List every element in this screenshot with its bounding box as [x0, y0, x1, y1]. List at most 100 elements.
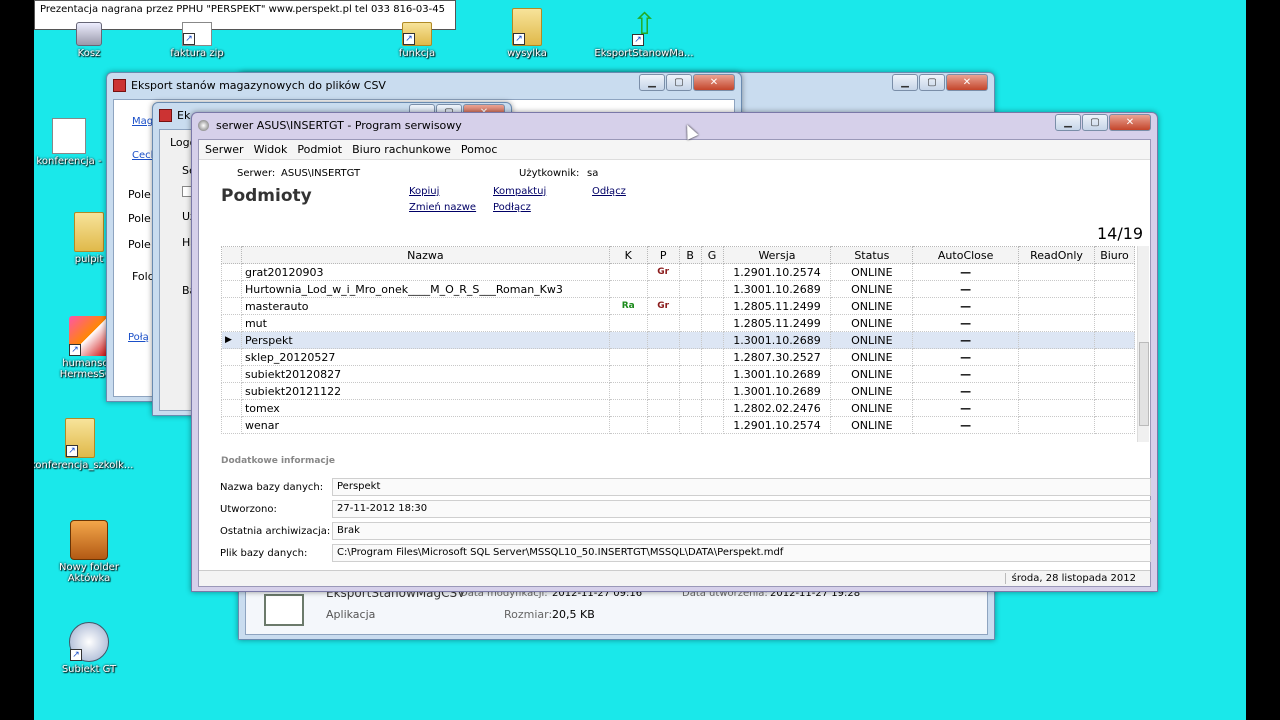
- desktop-icon-konferencja-szkolk[interactable]: ↗ konferencja_szkolk...: [34, 418, 133, 471]
- table-row[interactable]: subiekt20121122 1.3001.10.2689 ONLINE —: [221, 382, 1136, 400]
- cell-k: [608, 399, 648, 417]
- desktop-icon-faktura[interactable]: ↗ faktura zip: [152, 22, 242, 59]
- compact-link[interactable]: Kompaktuj: [493, 186, 546, 197]
- cell-status: ONLINE: [830, 314, 914, 332]
- cell-g: [700, 399, 724, 417]
- cell-biuro: [1093, 297, 1136, 315]
- title-bar[interactable]: serwer ASUS\INSERTGT - Program serwisowy: [192, 113, 1157, 139]
- table-row[interactable]: wenar 1.2901.10.2574 ONLINE —: [221, 416, 1136, 434]
- col-p[interactable]: P: [646, 246, 680, 264]
- icon-label: pulpit: [74, 254, 104, 265]
- status-bar: środa, 28 listopada 2012: [199, 570, 1150, 586]
- cell-ro: [1018, 331, 1095, 349]
- cell-ac: —: [912, 263, 1020, 281]
- col-nazwa[interactable]: Nazwa: [240, 246, 610, 264]
- table-row[interactable]: masterauto Ra Gr 1.2805.11.2499 ONLINE —: [221, 297, 1136, 315]
- app-icon: ↗: [69, 316, 109, 356]
- close-icon[interactable]: ✕: [946, 74, 988, 91]
- cell-biuro: [1093, 331, 1136, 349]
- cell-b: [678, 297, 702, 315]
- col-readonly[interactable]: ReadOnly: [1018, 246, 1095, 264]
- table-row[interactable]: mut 1.2805.11.2499 ONLINE —: [221, 314, 1136, 332]
- detach-link[interactable]: Odłącz: [592, 186, 626, 197]
- connect-link[interactable]: Połą: [128, 332, 149, 343]
- close-icon[interactable]: ✕: [1109, 114, 1151, 131]
- user-value: sa: [587, 168, 599, 179]
- row-indicator-header: [221, 246, 242, 264]
- mag-link[interactable]: Mag: [132, 116, 153, 127]
- server-value: ASUS\INSERTGT: [281, 168, 361, 179]
- table-row[interactable]: grat20120903 Gr 1.2901.10.2574 ONLINE —: [221, 263, 1136, 281]
- menu-pomoc[interactable]: Pomoc: [461, 143, 497, 156]
- cell-ver: 1.2901.10.2574: [722, 263, 832, 281]
- cell-status: ONLINE: [830, 365, 914, 383]
- archive-field[interactable]: Brak: [332, 522, 1151, 540]
- menu-podmiot[interactable]: Podmiot: [297, 143, 342, 156]
- menu-widok[interactable]: Widok: [254, 143, 288, 156]
- icon-label: wysylka: [507, 48, 547, 59]
- table-row[interactable]: Hurtownia_Lod_w_i_Mro_onek____M_O_R_S___…: [221, 280, 1136, 298]
- cell-ac: —: [912, 365, 1020, 383]
- col-biuro[interactable]: Biuro: [1093, 246, 1136, 264]
- minimize-icon[interactable]: ▁: [639, 74, 665, 91]
- cell-name: masterauto: [240, 297, 610, 315]
- desktop-icon-wysylka[interactable]: ↗ wysylka: [482, 8, 572, 59]
- folder-icon: ↗: [65, 418, 95, 458]
- cell-b: [678, 416, 702, 434]
- minimize-icon[interactable]: ▁: [892, 74, 918, 91]
- cell-g: [700, 416, 724, 434]
- table-row[interactable]: subiekt20120827 1.3001.10.2689 ONLINE —: [221, 365, 1136, 383]
- cell-ro: [1018, 297, 1095, 315]
- field-label: Pole: [128, 188, 151, 201]
- maximize-icon[interactable]: ▢: [919, 74, 945, 91]
- close-icon[interactable]: ✕: [693, 74, 735, 91]
- menu-biuro[interactable]: Biuro rachunkowe: [352, 143, 451, 156]
- table-scrollbar[interactable]: [1137, 246, 1149, 442]
- scrollbar-thumb[interactable]: [1139, 342, 1149, 426]
- cecl-link[interactable]: Cecl: [132, 150, 153, 161]
- desktop-icon-eksport[interactable]: ⇧ ↗ EksportStanowMa...: [594, 8, 694, 60]
- desktop-icon-kosz[interactable]: Kosz: [44, 22, 134, 59]
- table-row[interactable]: ▶ Perspekt 1.3001.10.2689 ONLINE —: [221, 331, 1136, 349]
- col-k[interactable]: K: [608, 246, 648, 264]
- desktop-icon-aktowka[interactable]: Nowy folder Aktówka: [44, 520, 134, 584]
- window-title: Eksport stanów magazynowych do plików CS…: [131, 79, 386, 92]
- cell-ind: [221, 314, 242, 332]
- attach-link[interactable]: Podłącz: [493, 202, 531, 213]
- menu-serwer[interactable]: Serwer: [205, 143, 244, 156]
- desktop-icon-konferencja[interactable]: konferencja -: [34, 118, 112, 167]
- cell-g: [700, 263, 724, 281]
- document-icon: [52, 118, 86, 154]
- app-icon: [113, 79, 126, 92]
- copy-link[interactable]: Kopiuj: [409, 186, 439, 197]
- cell-name: grat20120903: [240, 263, 610, 281]
- minimize-icon[interactable]: ▁: [1055, 114, 1081, 131]
- cell-ro: [1018, 263, 1095, 281]
- col-autoclose[interactable]: AutoClose: [912, 246, 1020, 264]
- cell-k: [608, 314, 648, 332]
- table-row[interactable]: tomex 1.2802.02.2476 ONLINE —: [221, 399, 1136, 417]
- db-name-field[interactable]: Perspekt: [332, 478, 1151, 496]
- rename-link[interactable]: Zmień nazwe: [409, 202, 476, 213]
- cell-biuro: [1093, 263, 1136, 281]
- maximize-icon[interactable]: ▢: [666, 74, 692, 91]
- service-program-window[interactable]: serwer ASUS\INSERTGT - Program serwisowy…: [191, 112, 1158, 592]
- cell-ind: [221, 297, 242, 315]
- cell-p: [646, 382, 680, 400]
- cell-biuro: [1093, 314, 1136, 332]
- desktop-icon-funkcja[interactable]: ↗ funkcja: [372, 22, 462, 59]
- table-row[interactable]: sklep_20120527 1.2807.30.2527 ONLINE —: [221, 348, 1136, 366]
- cell-status: ONLINE: [830, 348, 914, 366]
- maximize-icon[interactable]: ▢: [1082, 114, 1108, 131]
- desktop: Prezentacja nagrana przez PPHU "PERSPEKT…: [34, 0, 1246, 720]
- cell-ro: [1018, 348, 1095, 366]
- col-b[interactable]: B: [678, 246, 702, 264]
- col-wersja[interactable]: Wersja: [722, 246, 832, 264]
- created-field[interactable]: 27-11-2012 18:30: [332, 500, 1151, 518]
- col-g[interactable]: G: [700, 246, 724, 264]
- icon-label: Kosz: [77, 48, 101, 59]
- desktop-icon-subiekt[interactable]: ↗ Subiekt GT: [44, 622, 134, 675]
- cell-b: [678, 314, 702, 332]
- col-status[interactable]: Status: [830, 246, 914, 264]
- db-file-field[interactable]: C:\Program Files\Microsoft SQL Server\MS…: [332, 544, 1151, 562]
